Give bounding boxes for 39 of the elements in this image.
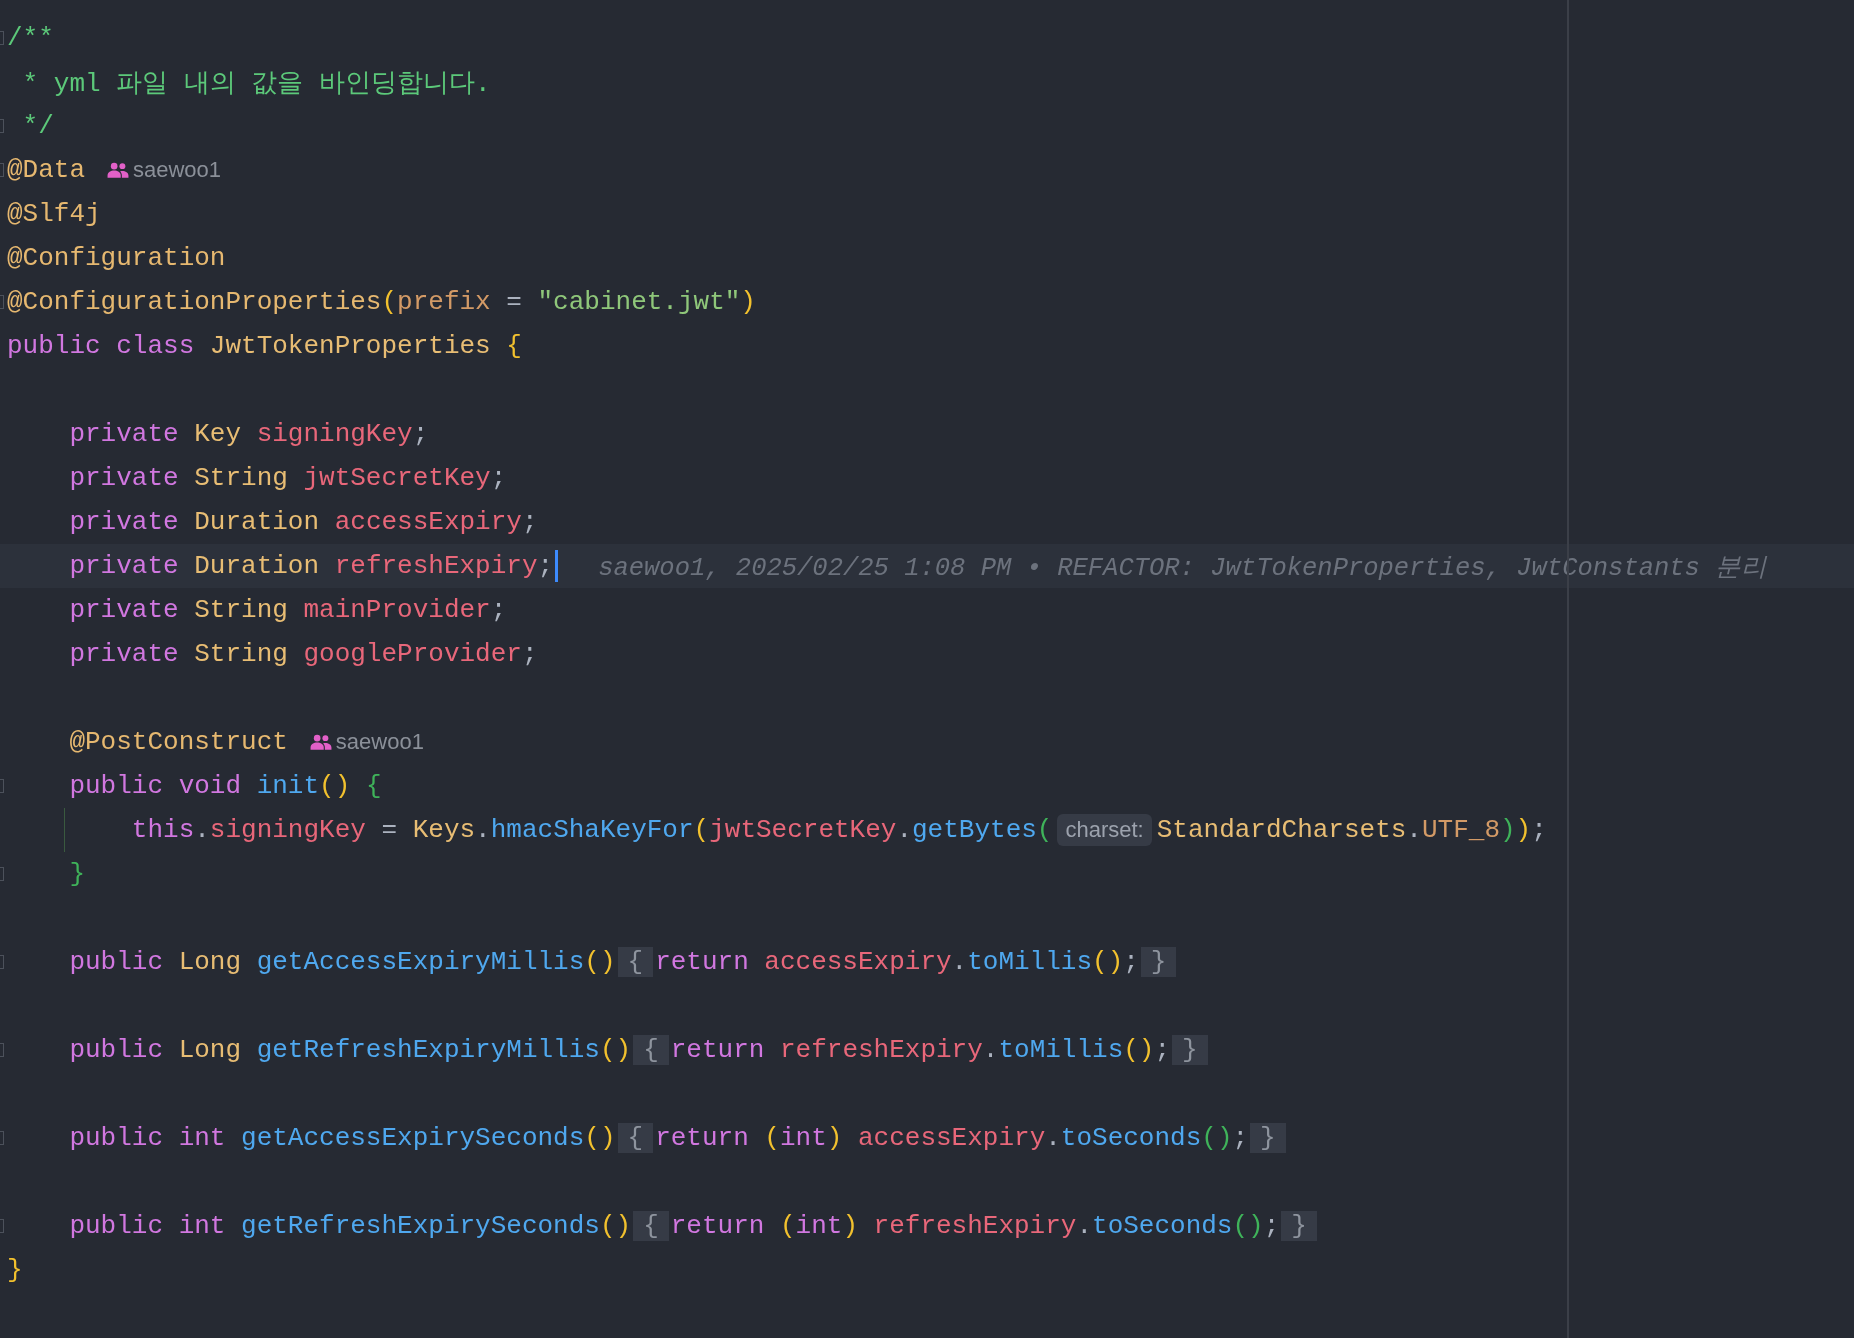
code-line: @Data	[7, 155, 85, 185]
code-line: @Slf4j	[7, 199, 101, 229]
text-caret	[555, 550, 559, 582]
code-line: }	[7, 1255, 23, 1285]
code-line: public int getRefreshExpirySeconds() { return (int) refreshExpiry.toSeconds(); }	[7, 1211, 1319, 1241]
fold-marker-icon[interactable]	[0, 955, 4, 969]
code-line: private String jwtSecretKey;	[68, 463, 507, 493]
code-line: * yml 파일 내의 값을 바인딩합니다.	[21, 67, 491, 100]
git-blame-annotation: saewoo1, 2025/02/25 1:08 PM • REFACTOR: JwtTokenProperties, JwtConstants 분리	[598, 552, 1768, 584]
code-line: public Long getAccessExpiryMillis() { return accessExpiry.toMillis(); }	[7, 947, 1179, 977]
people-icon	[107, 162, 129, 178]
code-line: private Duration accessExpiry;	[68, 507, 538, 537]
code-line: @ConfigurationProperties(prefix = "cabinet.jwt")	[7, 287, 756, 317]
fold-marker-icon[interactable]	[0, 1131, 4, 1145]
code-line: public int getAccessExpirySeconds() { return (int) accessExpiry.toSeconds(); }	[7, 1123, 1288, 1153]
fold-marker-icon[interactable]	[0, 1043, 4, 1057]
code-line: private String mainProvider;	[68, 595, 507, 625]
fold-marker-icon[interactable]	[0, 119, 4, 133]
code-line: private Key signingKey;	[68, 419, 429, 449]
fold-marker-icon[interactable]	[0, 163, 4, 177]
code-line: */	[21, 111, 54, 141]
code-line: /**	[7, 23, 54, 53]
code-line: public Long getRefreshExpiryMillis() { return refreshExpiry.toMillis(); }	[7, 1035, 1210, 1065]
author-inlay[interactable]: saewoo1	[133, 157, 222, 183]
code-line: private Duration refreshExpiry;	[68, 551, 554, 581]
fold-marker-icon[interactable]	[0, 1219, 4, 1233]
code-line: public void init() {	[68, 771, 382, 801]
code-line: this.signingKey = Keys.hmacShaKeyFor(jwtSecretKey.getBytes( charset: StandardCharsets.UTF_8));	[130, 814, 1547, 846]
fold-marker-icon[interactable]	[0, 867, 4, 881]
code-line: @Configuration	[7, 243, 226, 273]
fold-marker-icon[interactable]	[0, 295, 4, 309]
people-icon	[309, 734, 332, 750]
code-line: }	[68, 859, 85, 889]
code-line: private String googleProvider;	[68, 639, 538, 669]
code-line: public class JwtTokenProperties {	[7, 331, 522, 361]
author-inlay[interactable]: saewoo1	[335, 729, 424, 755]
code-line: @PostConstruct	[68, 727, 288, 757]
fold-marker-icon[interactable]	[0, 779, 4, 793]
fold-marker-icon[interactable]	[0, 31, 4, 45]
